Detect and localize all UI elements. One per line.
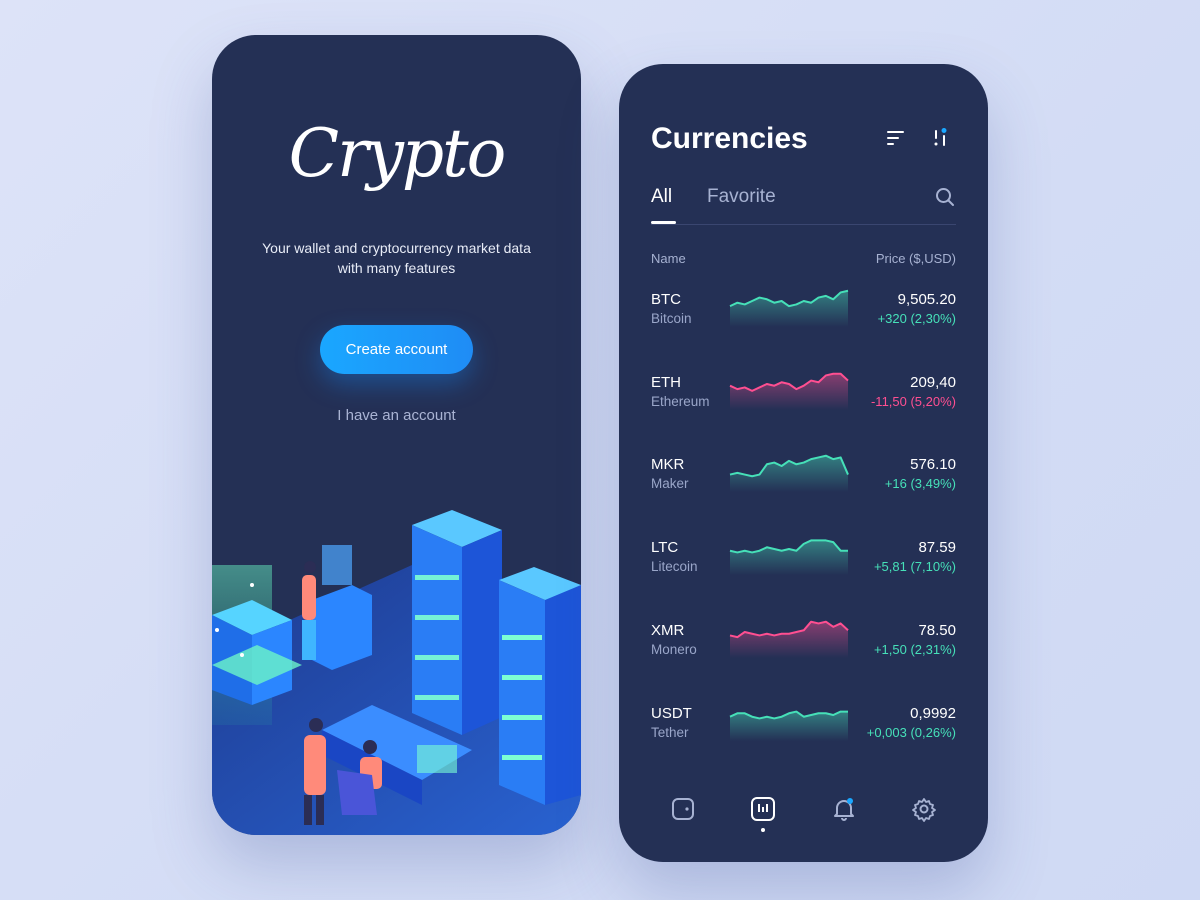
tab-favorite[interactable]: Favorite xyxy=(707,186,776,208)
currency-price: 87.59 xyxy=(918,539,956,557)
active-tab-indicator xyxy=(651,221,676,224)
currency-name: Ethereum xyxy=(651,393,710,409)
sparkline-area xyxy=(730,621,848,658)
chart-icon[interactable] xyxy=(750,796,776,822)
bell-icon[interactable] xyxy=(831,796,857,822)
currency-price: 209,40 xyxy=(910,373,956,391)
app-logo: Crypto xyxy=(288,115,507,192)
currency-change: +0,003 (0,26%) xyxy=(866,724,956,740)
currency-change: +1,50 (2,31%) xyxy=(873,641,956,657)
column-header-price: Price ($,USD) xyxy=(875,251,956,266)
currency-row[interactable]: USDT Tether 0,9992 +0,003 (0,26%) xyxy=(651,705,956,765)
price-sparkline xyxy=(729,539,848,576)
currency-row[interactable]: XMR Monero 78.50 +1,50 (2,31%) xyxy=(651,620,956,682)
create-account-button[interactable]: Create account xyxy=(320,325,473,374)
search-icon[interactable] xyxy=(934,186,956,208)
currency-symbol: USDT xyxy=(651,704,692,722)
currency-symbol: MKR xyxy=(651,456,685,474)
price-sparkline xyxy=(729,455,849,493)
currency-price: 0,9992 xyxy=(910,704,956,722)
currency-price: 78.50 xyxy=(918,621,956,639)
column-header-name: Name xyxy=(651,251,686,266)
wallet-icon[interactable] xyxy=(670,796,696,822)
price-sparkline xyxy=(729,620,849,658)
sparkline-area xyxy=(730,290,848,327)
notification-badge xyxy=(847,798,853,804)
currency-row[interactable]: ETH Ethereum 209,40 -11,50 (5,20%) xyxy=(651,372,956,434)
currency-name: Litecoin xyxy=(651,559,698,575)
currencies-screen: Currencies All Favorite Name Price ($,US… xyxy=(619,64,988,862)
sparkline-area xyxy=(730,540,848,576)
sparkline-area xyxy=(730,711,848,741)
currency-change: +320 (2,30%) xyxy=(877,311,956,326)
currency-name: Monero xyxy=(651,641,697,657)
welcome-screen: Crypto Your wallet and cryptocurrency ma… xyxy=(212,35,581,835)
gear-icon[interactable] xyxy=(911,796,937,822)
page-background xyxy=(0,0,1200,900)
price-sparkline xyxy=(729,289,849,327)
currency-name: Tether xyxy=(651,724,689,740)
currency-row[interactable]: BTC Bitcoin 9,505.20 +320 (2,30%) xyxy=(651,289,956,351)
price-sparkline xyxy=(729,710,848,741)
bottom-nav xyxy=(619,784,988,844)
page-title: Currencies xyxy=(651,122,808,155)
have-account-link[interactable]: I have an account xyxy=(212,407,581,424)
tab-bar: All Favorite xyxy=(651,186,956,225)
currency-symbol: ETH xyxy=(651,373,681,391)
app-tagline: Your wallet and cryptocurrency market da… xyxy=(242,238,551,278)
currency-symbol: BTC xyxy=(651,291,681,308)
data-center-illustration xyxy=(212,510,581,835)
tab-all[interactable]: All xyxy=(651,186,672,208)
currency-row[interactable]: MKR Maker 576.10 +16 (3,49%) xyxy=(651,455,956,516)
price-sparkline xyxy=(729,372,849,410)
currency-price: 576.10 xyxy=(910,456,956,474)
currency-name: Bitcoin xyxy=(651,311,692,326)
tagline-line-2: with many features xyxy=(337,260,456,276)
active-nav-indicator xyxy=(761,828,765,832)
currency-row[interactable]: LTC Litecoin 87.59 +5,81 (7,10%) xyxy=(651,539,956,599)
currency-symbol: XMR xyxy=(651,621,685,639)
sort-icon[interactable] xyxy=(884,126,908,150)
currency-symbol: LTC xyxy=(651,539,679,557)
currency-change: -11,50 (5,20%) xyxy=(870,393,956,409)
currency-change: +5,81 (7,10%) xyxy=(873,559,956,575)
filter-icon[interactable] xyxy=(929,126,953,150)
currency-change: +16 (3,49%) xyxy=(884,476,956,492)
currency-price: 9,505.20 xyxy=(897,291,956,308)
tagline-line-1: Your wallet and cryptocurrency market da… xyxy=(262,240,531,256)
sparkline-area xyxy=(730,373,848,410)
currency-name: Maker xyxy=(651,476,689,492)
